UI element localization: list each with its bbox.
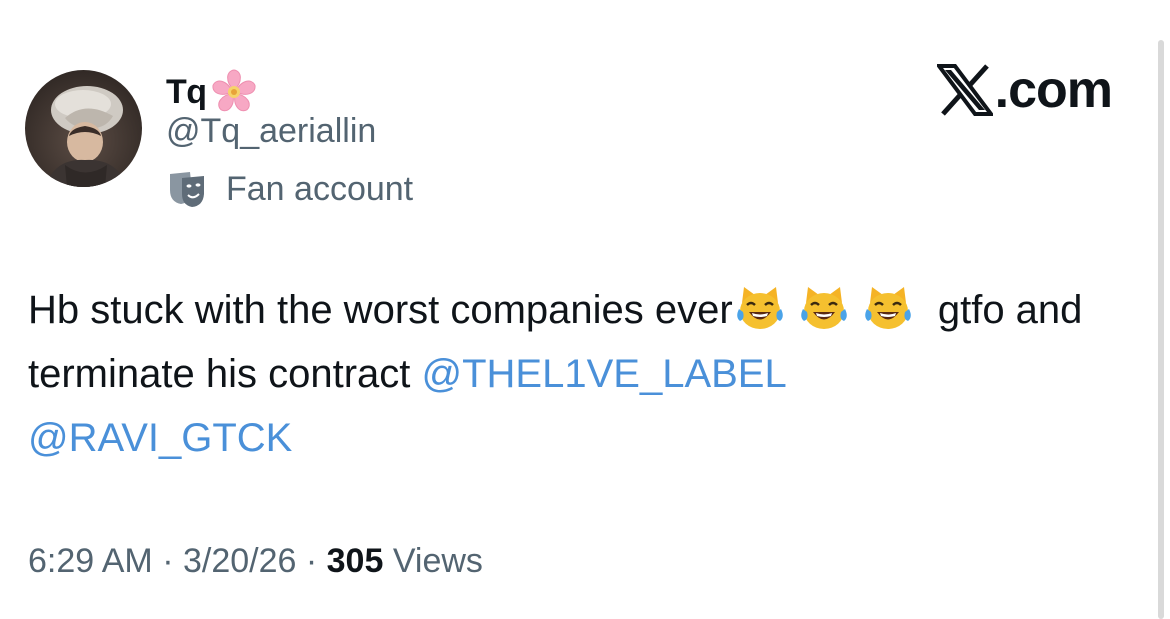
tweet-text-part1: Hb stuck with the worst companies ever <box>28 288 733 332</box>
account-label-text: Fan account <box>226 169 414 208</box>
mention-link-ravi-gtck[interactable]: @RAVI_GTCK <box>28 416 292 460</box>
meta-separator: · <box>296 542 327 580</box>
cat-tears-of-joy-icon <box>735 283 785 333</box>
tweet-time[interactable]: 6:29 AM <box>28 542 153 580</box>
tweet-text: Hb stuck with the worst companies ever g… <box>28 278 1138 470</box>
avatar-image <box>25 70 142 187</box>
cat-tears-of-joy-icon <box>863 283 913 333</box>
x-brand-logo[interactable]: .com <box>936 60 1113 120</box>
views-count[interactable]: 305 <box>327 542 384 580</box>
x-domain-text: .com <box>994 61 1113 119</box>
x-logo-icon <box>936 64 993 116</box>
theater-mask-icon <box>166 168 208 210</box>
scrollbar[interactable] <box>1158 40 1164 619</box>
tweet-date[interactable]: 3/20/26 <box>183 542 296 580</box>
tweet-meta: 6:29 AM · 3/20/26 · 305 Views <box>28 542 483 581</box>
cat-tears-of-joy-icon <box>799 283 849 333</box>
account-label: Fan account <box>166 166 413 212</box>
tweet-card: Tq @Tq_aeriallin Fan account .com Hb stu… <box>0 0 1170 619</box>
meta-separator: · <box>152 542 183 580</box>
avatar[interactable] <box>25 70 142 187</box>
cherry-blossom-icon <box>208 66 260 118</box>
mention-link-thel1ve-label[interactable]: @THEL1VE_LABEL <box>422 352 787 396</box>
author-handle[interactable]: @Tq_aeriallin <box>166 112 376 151</box>
display-name[interactable]: Tq <box>166 73 207 112</box>
views-label: Views <box>383 542 483 580</box>
